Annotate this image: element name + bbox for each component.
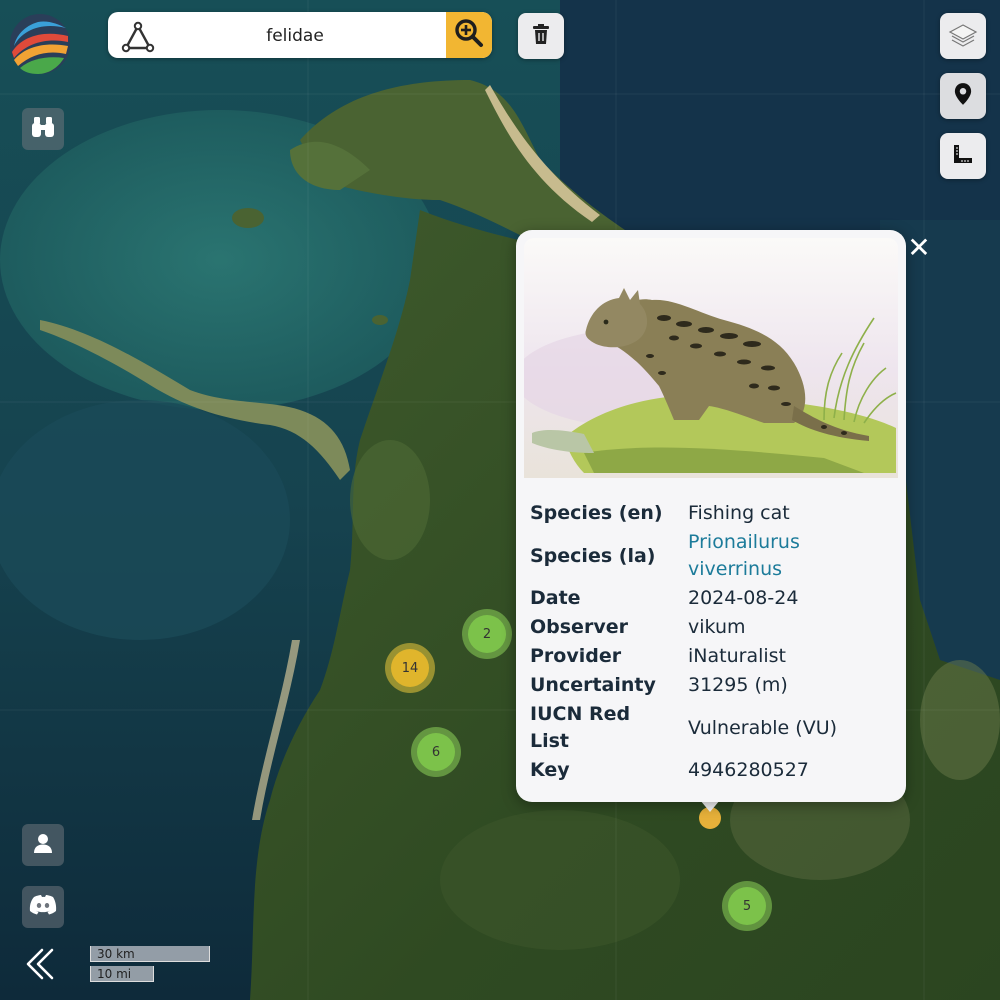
detail-value: vikum [688, 616, 746, 638]
detail-value: iNaturalist [688, 645, 786, 667]
measure-icon [951, 142, 975, 170]
location-pin-icon [950, 81, 976, 111]
discord-icon [29, 894, 57, 920]
layers-icon [948, 19, 978, 53]
detail-value: 31295 (m) [688, 674, 788, 696]
user-icon [31, 831, 55, 859]
measure-button[interactable] [940, 133, 986, 179]
trash-icon [529, 22, 553, 50]
account-button[interactable] [22, 824, 64, 866]
polygon-draw-icon[interactable] [120, 18, 156, 54]
detail-label: Provider [530, 645, 622, 667]
detail-label: Observer [530, 616, 628, 638]
close-icon: ✕ [907, 230, 931, 264]
detail-label: Uncertainty [530, 674, 656, 696]
detail-value: 2024-08-24 [688, 587, 799, 609]
detail-row-species-en: Species (en) Fishing cat [530, 500, 890, 527]
species-photo [524, 238, 898, 478]
location-button[interactable] [940, 73, 986, 119]
detail-row-provider: Provider iNaturalist [530, 643, 890, 670]
layers-button[interactable] [940, 13, 986, 59]
collapse-button[interactable] [24, 946, 60, 982]
detail-row-iucn: IUCN Red List Vulnerable (VU) [530, 701, 890, 755]
cluster-marker[interactable]: 5 [722, 881, 772, 931]
popup-close-button[interactable]: ✕ [904, 230, 934, 264]
zoom-search-icon [454, 18, 484, 52]
detail-row-key: Key 4946280527 [530, 757, 890, 784]
scale-bar: 30 km 10 mi [90, 946, 210, 982]
cluster-marker[interactable]: 2 [462, 609, 512, 659]
cluster-marker[interactable]: 6 [411, 727, 461, 777]
discord-button[interactable] [22, 886, 64, 928]
detail-row-uncertainty: Uncertainty 31295 (m) [530, 672, 890, 699]
scale-km: 30 km [90, 946, 210, 962]
observation-details: Species (en) Fishing cat Species (la) Pr… [530, 500, 890, 786]
scale-mi: 10 mi [90, 966, 154, 982]
cluster-count: 14 [401, 660, 419, 676]
double-chevron-icon [24, 948, 60, 986]
detail-row-observer: Observer vikum [530, 614, 890, 641]
clear-button[interactable] [518, 13, 564, 59]
detail-row-species-la: Species (la) Prionailurus viverrinus [530, 529, 890, 583]
detail-value: Fishing cat [688, 502, 790, 524]
detail-label: Species (la) [530, 544, 656, 567]
detail-row-date: Date 2024-08-24 [530, 585, 890, 612]
cluster-count: 2 [482, 626, 492, 642]
cluster-count: 5 [742, 898, 752, 914]
binoculars-icon [29, 115, 57, 143]
detail-label: IUCN Red List [530, 703, 631, 752]
detail-label: Species (en) [530, 502, 663, 524]
detail-value: 4946280527 [688, 759, 809, 781]
app-logo[interactable] [8, 12, 72, 76]
search-bar [108, 12, 492, 58]
cluster-count: 6 [431, 744, 441, 760]
detail-label: Date [530, 587, 581, 609]
detail-value: Vulnerable (VU) [688, 716, 838, 739]
explore-button[interactable] [22, 108, 64, 150]
cluster-marker[interactable]: 14 [385, 643, 435, 693]
search-button[interactable] [446, 12, 492, 58]
search-input[interactable] [168, 18, 422, 54]
observation-popup: ✕ Species (en) Fishing cat Species (la) … [516, 230, 931, 802]
detail-label: Key [530, 759, 570, 781]
species-latin-link[interactable]: Prionailurus viverrinus [688, 529, 890, 583]
